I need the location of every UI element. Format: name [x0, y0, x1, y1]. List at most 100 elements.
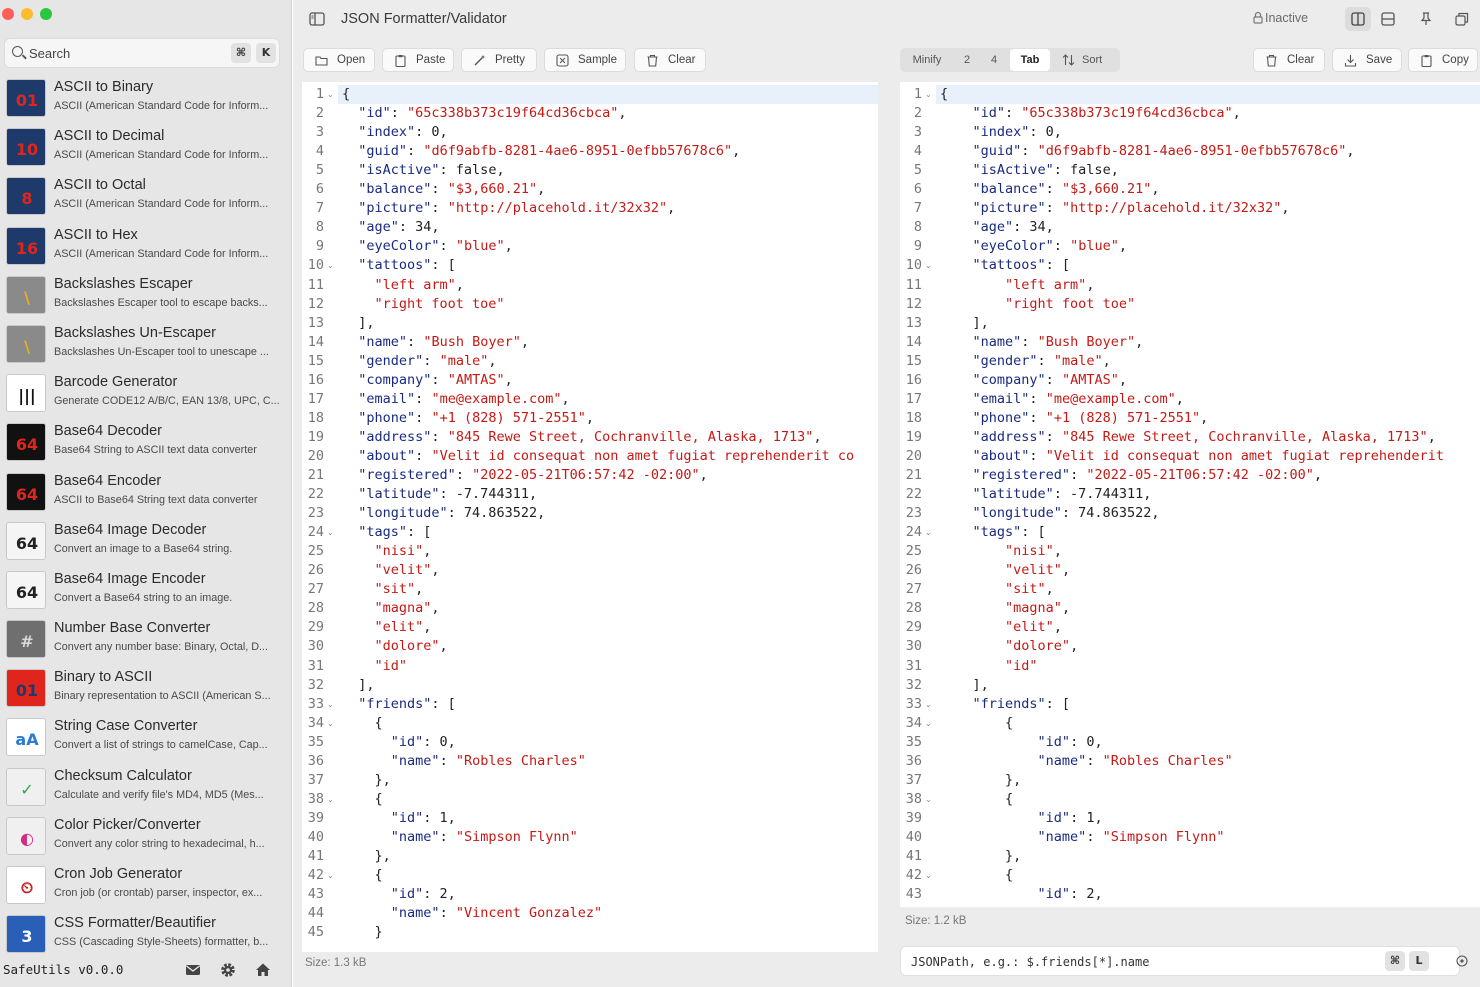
fold-chevron-icon[interactable]: ⌄ — [925, 700, 932, 709]
sidebar-tool-item[interactable]: aA String Case Converter Convert a list of… — [0, 712, 292, 761]
mail-icon[interactable] — [184, 961, 202, 979]
pin-button[interactable] — [1413, 7, 1439, 31]
line-number: 31 — [905, 657, 922, 674]
sidebar-tool-item[interactable]: 01 ASCII to Binary ASCII (American Standar… — [0, 73, 292, 122]
code-line: "name": "Bush Boyer", — [972, 333, 1144, 350]
open-button[interactable]: Open — [303, 48, 375, 72]
code-line: "id" — [374, 657, 408, 674]
sidebar-tool-item[interactable]: 8 ASCII to Octal ASCII (American Standard … — [0, 171, 292, 220]
fold-chevron-icon[interactable]: ⌄ — [327, 719, 334, 728]
clear-input-button[interactable]: Clear — [634, 48, 706, 72]
code-line: "elit", — [1005, 619, 1062, 636]
line-number: 40 — [905, 828, 922, 845]
info-icon[interactable] — [1456, 955, 1468, 967]
status-label[interactable]: Inactive — [1265, 11, 1308, 25]
code-line: "about": "Velit id consequat non amet fu… — [358, 447, 855, 464]
split-vertical-button[interactable] — [1375, 7, 1401, 31]
input-json-editor[interactable]: 1 ⌄ 2 3 4 5 6 7 8 9 10 ⌄ 11 12 13 14 15 16 17 18 19 20 21 22 23 2… — [302, 82, 878, 952]
fold-chevron-icon[interactable]: ⌄ — [925, 261, 932, 270]
sort-button[interactable]: Sort — [1052, 48, 1120, 72]
svg-text:64: 64 — [16, 583, 38, 602]
sidebar-tool-item[interactable]: 16 ASCII to Hex ASCII (American Standard C… — [0, 221, 292, 270]
fold-chevron-icon[interactable]: ⌄ — [925, 795, 932, 804]
sidebar-tool-item[interactable]: # Number Base Converter Convert any number… — [0, 614, 292, 663]
save-button[interactable]: Save — [1332, 48, 1402, 72]
fold-chevron-icon[interactable]: ⌄ — [925, 871, 932, 880]
search-box[interactable]: ⌘ K — [4, 38, 280, 68]
svg-text:\: \ — [24, 337, 30, 356]
sample-button[interactable]: Sample — [544, 48, 626, 72]
output-json-editor[interactable]: 1 ⌄ 2 3 4 5 6 7 8 9 10 ⌄ 11 12 13 14 15 16 17 18 19 20 21 22 23 2… — [900, 82, 1480, 907]
fold-chevron-icon[interactable]: ⌄ — [925, 719, 932, 728]
home-icon[interactable] — [254, 961, 272, 979]
sidebar-tool-item[interactable]: 64 Base64 Encoder ASCII to Base64 String t… — [0, 467, 292, 516]
indent-tab[interactable]: Tab — [1010, 49, 1050, 71]
code-line: }, — [940, 848, 1022, 864]
indent-2-spaces[interactable]: 2 — [954, 48, 980, 72]
sidebar-tool-item[interactable]: 64 Base64 Decoder Base64 String to ASCII t… — [0, 417, 292, 466]
fold-chevron-icon[interactable]: ⌄ — [327, 90, 334, 99]
base64-image-decoder-icon: 64 — [6, 521, 46, 560]
line-number: 29 — [307, 619, 324, 636]
fold-chevron-icon[interactable]: ⌄ — [327, 261, 334, 270]
window-zoom-button[interactable] — [40, 8, 52, 20]
tool-name: Base64 Image Decoder — [54, 521, 207, 538]
jsonpath-input[interactable] — [911, 954, 1351, 970]
line-number: 27 — [307, 581, 324, 598]
sidebar-tool-item[interactable]: 01 Binary to ASCII Binary representation t… — [0, 663, 292, 712]
fold-chevron-icon[interactable]: ⌄ — [327, 700, 334, 709]
indent-minify[interactable]: Minify — [900, 48, 954, 72]
fold-chevron-icon[interactable]: ⌄ — [327, 795, 334, 804]
tool-description: Calculate and verify file's MD4, MD5 (Me… — [54, 788, 264, 801]
ascii-to-hex-icon: 16 — [6, 226, 46, 265]
tool-description: Convert a list of strings to camelCase, … — [54, 739, 268, 752]
line-number: 5 — [913, 162, 922, 179]
sidebar-tool-item[interactable]: 64 Base64 Image Decoder Convert an image t… — [0, 516, 292, 565]
sidebar-tool-item[interactable]: 64 Base64 Image Encoder Convert a Base64 s… — [0, 565, 292, 614]
line-number: 34 — [905, 714, 922, 731]
code-line: "balance": "$3,660.21", — [358, 181, 546, 198]
line-number: 40 — [307, 828, 324, 845]
indent-4-spaces[interactable]: 4 — [980, 48, 1008, 72]
rows-icon — [1381, 12, 1395, 26]
fold-chevron-icon[interactable]: ⌄ — [925, 528, 932, 537]
copy-button[interactable]: Copy — [1408, 48, 1478, 72]
sidebar-tool-item[interactable]: ◐ Color Picker/Converter Convert any color… — [0, 811, 292, 860]
pretty-button[interactable]: Pretty — [461, 48, 537, 72]
code-line: } — [342, 924, 383, 941]
line-number: 36 — [905, 752, 922, 769]
paste-button[interactable]: Paste — [382, 48, 454, 72]
code-line: "isActive": false, — [972, 162, 1119, 179]
sidebar-tool-item[interactable]: ⏲ Cron Job Generator Cron job (or crontab)… — [0, 860, 292, 909]
window-close-button[interactable] — [2, 8, 14, 20]
sidebar-toggle-icon[interactable] — [309, 12, 325, 26]
window-minimize-button[interactable] — [21, 8, 33, 20]
code-line: "gender": "male", — [972, 352, 1111, 369]
sidebar-tool-item[interactable]: \ Backslashes Un-Escaper Backslashes Un-Es… — [0, 319, 292, 368]
code-line: { — [342, 867, 383, 884]
sidebar-tool-item[interactable]: 10 ASCII to Decimal ASCII (American Standa… — [0, 122, 292, 171]
line-number: 41 — [307, 848, 324, 864]
line-number: 28 — [307, 600, 324, 617]
sidebar-tool-item[interactable]: ||| Barcode Generator Generate CODE12 A/B/… — [0, 368, 292, 417]
svg-text:3: 3 — [21, 927, 32, 946]
search-input[interactable] — [29, 44, 219, 62]
line-number: 2 — [913, 105, 922, 122]
code-line: "guid": "d6f9abfb-8281-4ae6-8951-0efbb57… — [358, 143, 741, 160]
code-line: "registered": "2022-05-21T06:57:42 -02:0… — [358, 467, 708, 483]
line-number: 38 — [905, 790, 922, 807]
new-window-button[interactable] — [1449, 7, 1475, 31]
sidebar-tool-item[interactable]: 3 CSS Formatter/Beautifier CSS (Cascading … — [0, 909, 292, 958]
fold-chevron-icon[interactable]: ⌄ — [925, 90, 932, 99]
sidebar-tool-item[interactable]: \ Backslashes Escaper Backslashes Escaper … — [0, 270, 292, 319]
jsonpath-box[interactable]: ⌘ L — [900, 946, 1460, 976]
clear-output-button[interactable]: Clear — [1253, 48, 1325, 72]
gear-icon[interactable] — [219, 961, 237, 979]
split-horizontal-button[interactable] — [1345, 7, 1371, 31]
sidebar-tool-item[interactable]: ✓ Checksum Calculator Calculate and verify… — [0, 762, 292, 811]
fold-chevron-icon[interactable]: ⌄ — [327, 871, 334, 880]
code-line: { — [342, 790, 383, 807]
line-number: 43 — [905, 886, 922, 903]
code-line: "name": "Bush Boyer", — [358, 333, 529, 350]
fold-chevron-icon[interactable]: ⌄ — [327, 528, 334, 537]
